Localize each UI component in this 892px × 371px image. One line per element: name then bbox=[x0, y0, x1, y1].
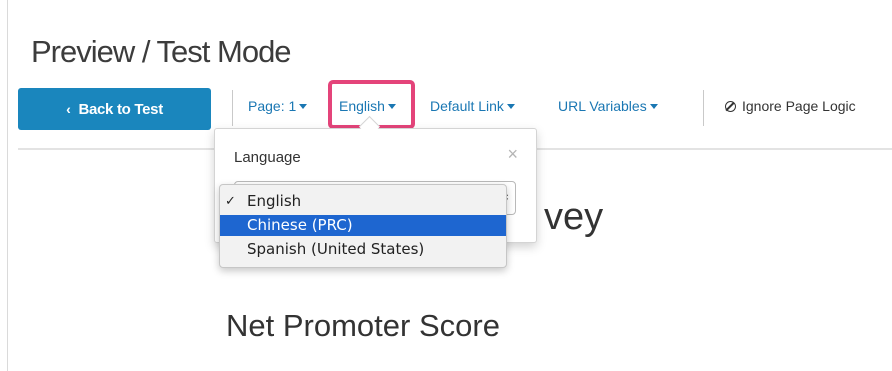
survey-title: vey bbox=[544, 196, 604, 238]
close-icon[interactable]: × bbox=[507, 145, 518, 163]
ignore-page-logic-toggle[interactable]: Ignore Page Logic bbox=[725, 98, 856, 114]
page-selector[interactable]: Page: 1 bbox=[248, 98, 308, 114]
caret-down-icon bbox=[299, 104, 308, 109]
url-variables-selector[interactable]: URL Variables bbox=[558, 98, 658, 114]
caret-down-icon bbox=[506, 104, 515, 109]
default-link-selector[interactable]: Default Link bbox=[430, 98, 515, 114]
language-dropdown-list: ✓ English Chinese (PRC) Spanish (United … bbox=[219, 184, 507, 268]
url-variables-label: URL Variables bbox=[558, 98, 647, 114]
language-option-chinese-prc[interactable]: Chinese (PRC) bbox=[220, 215, 506, 236]
language-option-spanish-us[interactable]: Spanish (United States) bbox=[220, 239, 506, 260]
page-selector-label: Page: 1 bbox=[248, 98, 297, 114]
option-label: Chinese (PRC) bbox=[247, 216, 353, 234]
toolbar-separator bbox=[703, 90, 704, 126]
language-selector-label: English bbox=[339, 98, 385, 114]
language-selector[interactable]: English bbox=[339, 98, 396, 114]
back-to-test-button[interactable]: ‹ Back to Test bbox=[18, 88, 211, 130]
checkmark-icon: ✓ bbox=[225, 194, 236, 209]
caret-down-icon bbox=[649, 104, 658, 109]
popover-title: Language bbox=[234, 149, 301, 166]
language-option-english[interactable]: ✓ English bbox=[220, 191, 506, 212]
back-to-test-label: Back to Test bbox=[78, 100, 163, 118]
option-label: English bbox=[247, 192, 302, 210]
ban-icon bbox=[725, 100, 736, 112]
default-link-label: Default Link bbox=[430, 98, 504, 114]
section-heading: Net Promoter Score bbox=[226, 308, 500, 343]
left-border bbox=[7, 0, 8, 371]
option-label: Spanish (United States) bbox=[247, 240, 425, 258]
caret-down-icon bbox=[387, 104, 396, 109]
chevron-left-icon: ‹ bbox=[66, 101, 71, 117]
toolbar-separator bbox=[232, 90, 233, 126]
page-title: Preview / Test Mode bbox=[31, 34, 292, 69]
ignore-page-logic-label: Ignore Page Logic bbox=[742, 98, 856, 114]
